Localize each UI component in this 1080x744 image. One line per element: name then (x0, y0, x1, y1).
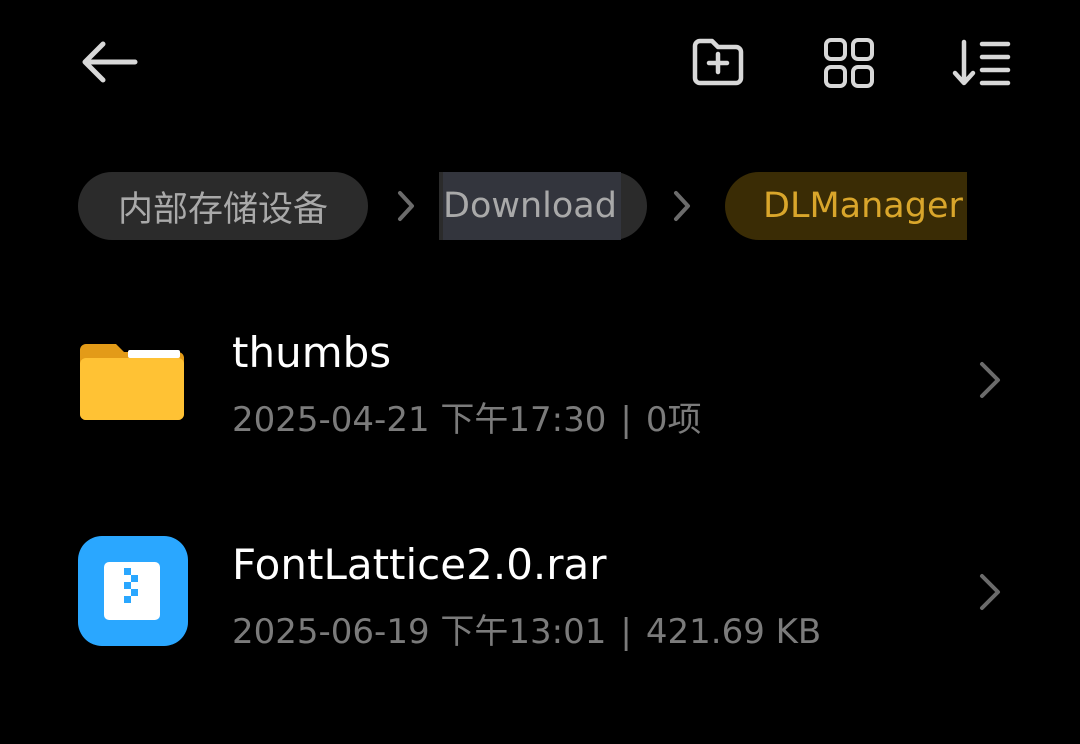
breadcrumb-download-label: Download (443, 172, 621, 240)
file-detail: 421.69 KB (645, 612, 822, 652)
breadcrumb-current-label: DLManager (763, 186, 963, 226)
list-item[interactable]: thumbs 2025-04-21 下午17:30 | 0项 (0, 300, 1080, 450)
breadcrumb-current[interactable]: DLManager (725, 172, 967, 240)
chevron-right-icon (980, 362, 1000, 398)
meta-separator: | (620, 612, 632, 652)
breadcrumb: 内部存储设备 Download DLManager (0, 0, 1080, 260)
file-date: 2025-06-19 下午13:01 (232, 612, 607, 652)
file-meta: 2025-06-19 下午13:01 | 421.69 KB (232, 604, 821, 653)
file-meta: 2025-04-21 下午17:30 | 0项 (232, 392, 702, 441)
file-detail: 0项 (645, 400, 702, 440)
file-name: thumbs (232, 328, 392, 377)
archive-icon (78, 536, 188, 646)
list-item[interactable]: FontLattice2.0.rar 2025-06-19 下午13:01 | 42… (0, 512, 1080, 662)
chevron-right-icon (980, 574, 1000, 610)
file-date: 2025-04-21 下午17:30 (232, 400, 607, 440)
chevron-right-icon (398, 191, 414, 221)
breadcrumb-download[interactable]: Download (439, 172, 647, 240)
meta-separator: | (620, 400, 632, 440)
file-name: FontLattice2.0.rar (232, 540, 607, 589)
folder-icon (80, 344, 184, 420)
breadcrumb-root[interactable]: 内部存储设备 (78, 172, 368, 240)
breadcrumb-root-label: 内部存储设备 (117, 189, 328, 230)
chevron-right-icon (674, 191, 690, 221)
